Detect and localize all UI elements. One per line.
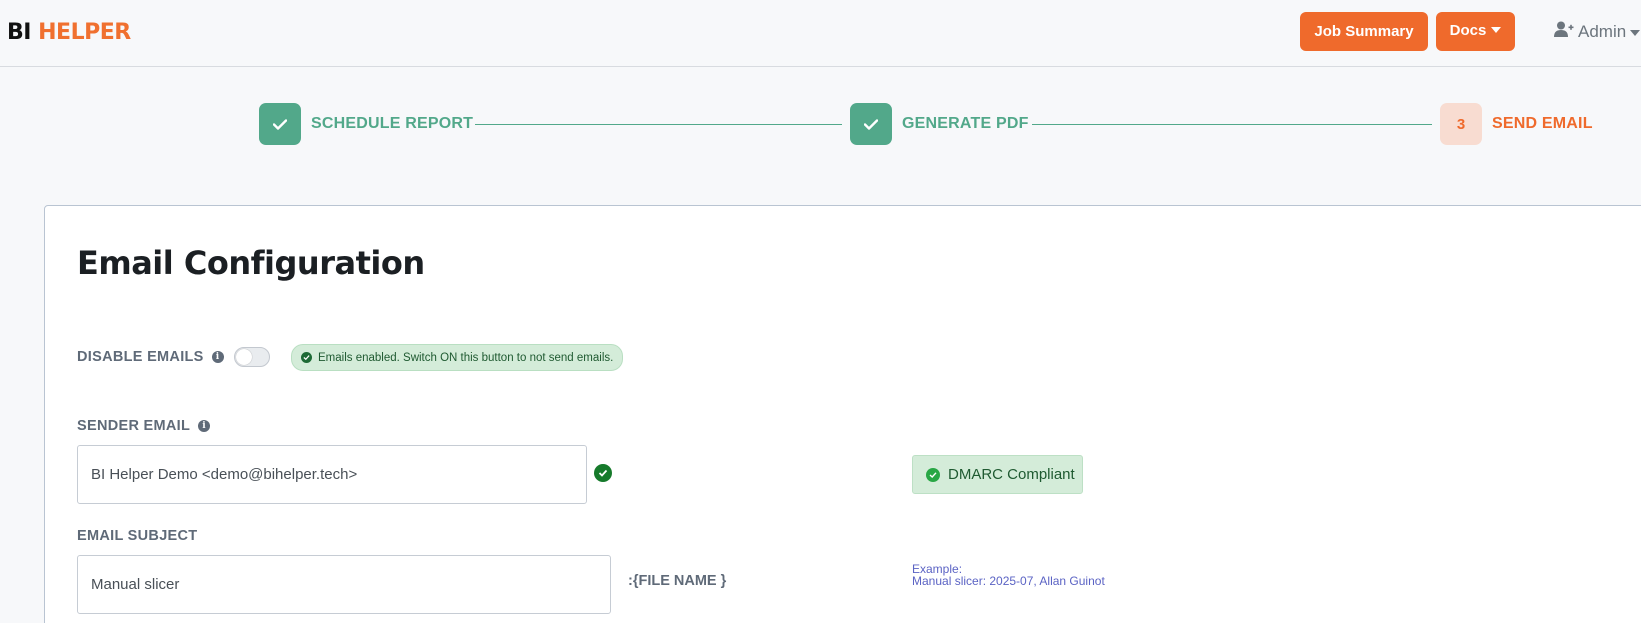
admin-user-menu[interactable]: Admin xyxy=(1554,21,1641,43)
sender-email-label: SENDER EMAIL i xyxy=(77,418,211,434)
toggle-knob xyxy=(236,349,252,365)
dmarc-text: DMARC Compliant xyxy=(948,466,1075,483)
step-2-check-icon xyxy=(850,103,892,145)
step-3-label: SEND EMAIL xyxy=(1492,115,1593,132)
email-subject-label: EMAIL SUBJECT xyxy=(77,528,197,544)
sender-email-input[interactable] xyxy=(77,445,587,504)
user-plus-icon xyxy=(1554,21,1574,43)
progress-stepper: SCHEDULE REPORT GENERATE PDF 3 SEND EMAI… xyxy=(0,103,1641,147)
docs-label: Docs xyxy=(1449,22,1487,39)
step-connector xyxy=(1032,124,1432,125)
docs-dropdown-button[interactable]: Docs xyxy=(1436,12,1515,51)
info-icon[interactable]: i xyxy=(198,420,211,432)
caret-down-icon xyxy=(1630,30,1641,36)
subject-example: Example: Manual slicer: 2025-07, Allan G… xyxy=(912,563,1105,587)
brand-logo-part1: BI xyxy=(7,20,31,45)
subject-suffix: :{FILE NAME } xyxy=(628,573,727,589)
job-summary-label: Job Summary xyxy=(1314,23,1414,40)
emails-enabled-badge: Emails enabled. Switch ON this button to… xyxy=(291,344,624,371)
valid-check-icon xyxy=(594,464,612,482)
job-summary-button[interactable]: Job Summary xyxy=(1300,12,1428,51)
dmarc-compliant-badge: DMARC Compliant xyxy=(912,455,1083,494)
disable-emails-label: DISABLE EMAILS i xyxy=(77,349,224,365)
step-1-label: SCHEDULE REPORT xyxy=(311,115,474,132)
step-3-number: 3 xyxy=(1440,103,1482,145)
caret-down-icon xyxy=(1491,27,1502,33)
step-1-check-icon xyxy=(259,103,301,145)
step-2-label: GENERATE PDF xyxy=(902,115,1029,132)
admin-label: Admin xyxy=(1578,22,1627,41)
email-subject-input[interactable] xyxy=(77,555,611,614)
brand-logo-part2: HELPER xyxy=(38,20,131,45)
disable-emails-toggle[interactable] xyxy=(234,347,270,367)
emails-enabled-text: Emails enabled. Switch ON this button to… xyxy=(318,351,614,364)
check-circle-icon xyxy=(926,467,940,482)
page-title: Email Configuration xyxy=(77,244,425,282)
email-subject-text: EMAIL SUBJECT xyxy=(77,528,198,544)
sender-email-text: SENDER EMAIL xyxy=(77,418,191,434)
step-connector xyxy=(475,124,842,125)
email-configuration-card: Email Configuration DISABLE EMAILS i Ema… xyxy=(44,205,1641,623)
brand-logo[interactable]: BI HELPER xyxy=(7,20,131,46)
top-navbar: BI HELPER Job Summary Docs Admin xyxy=(0,0,1641,67)
check-circle-icon xyxy=(301,352,312,363)
example-value: Manual slicer: 2025-07, Allan Guinot xyxy=(912,574,1105,588)
info-icon[interactable]: i xyxy=(211,351,224,363)
disable-emails-text: DISABLE EMAILS xyxy=(77,349,204,365)
